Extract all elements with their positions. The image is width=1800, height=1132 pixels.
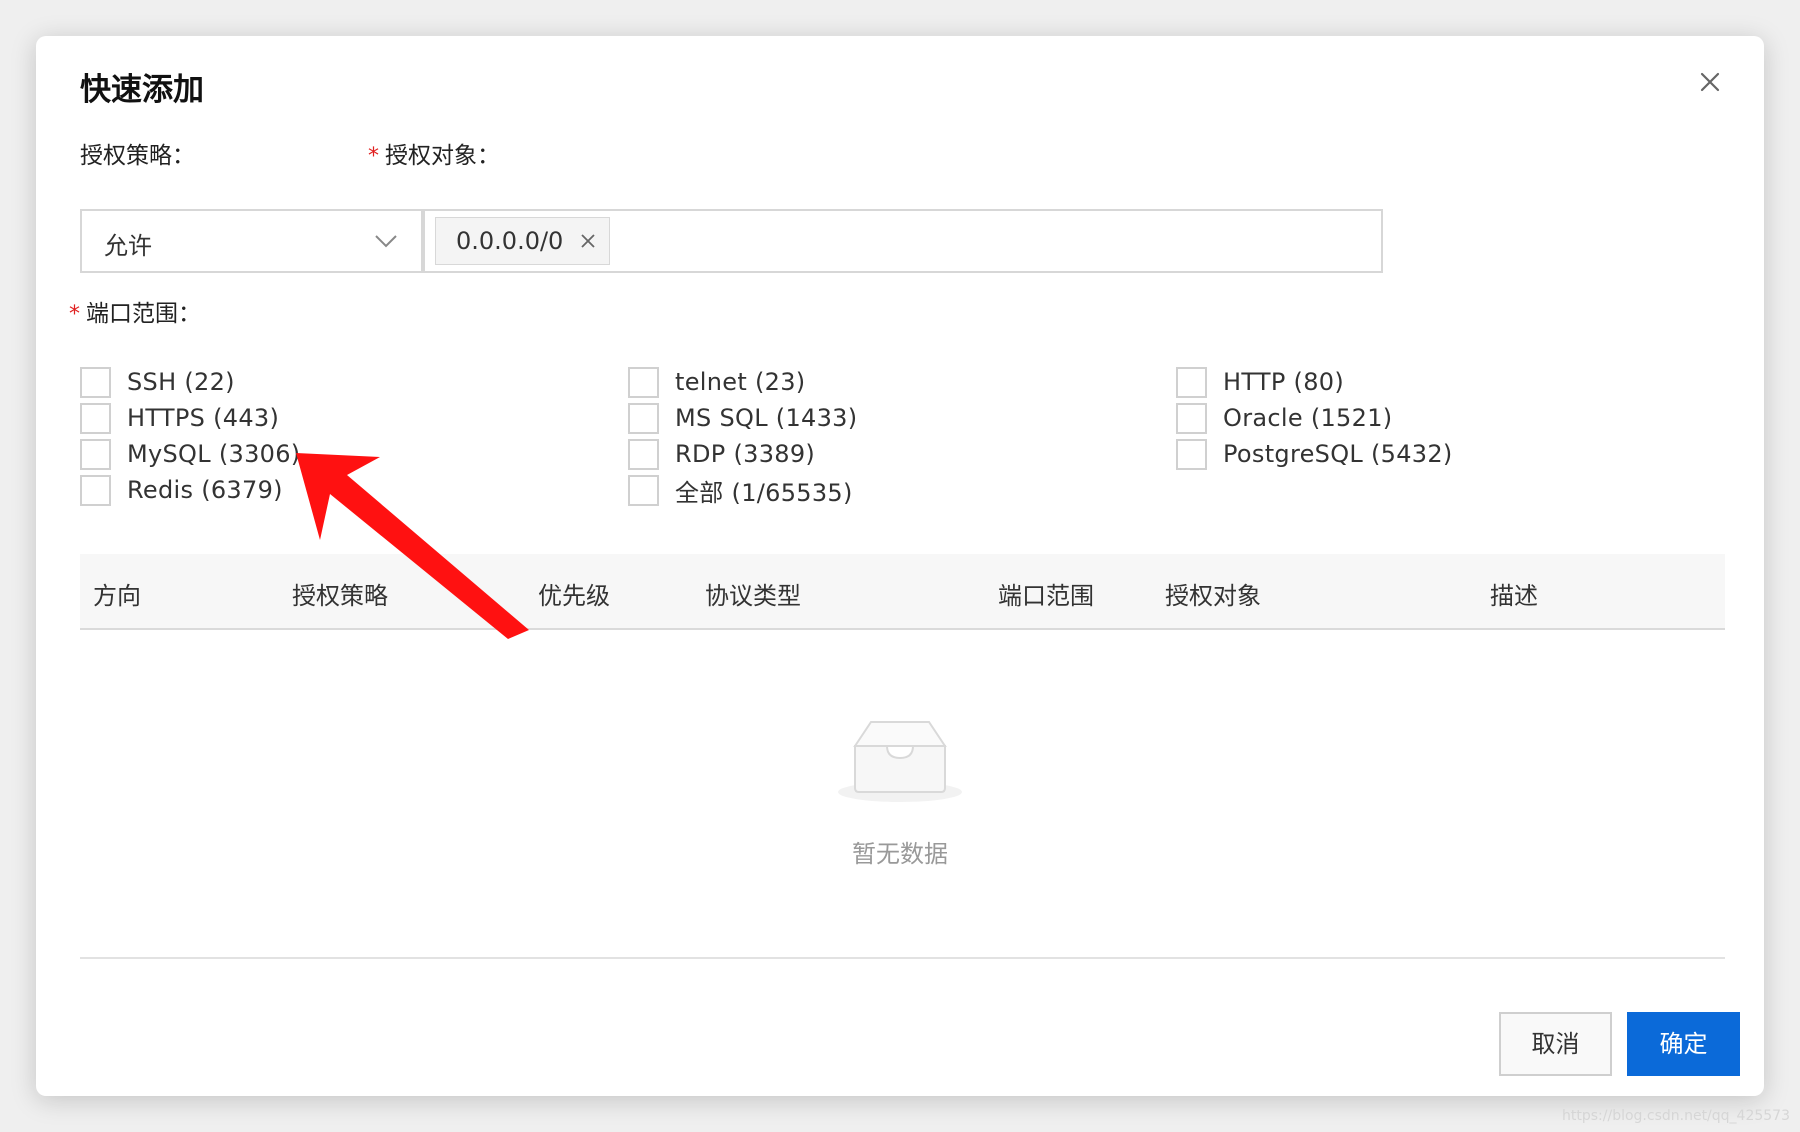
checkbox[interactable] — [1176, 402, 1207, 434]
policy-label: 授权策略： — [80, 143, 195, 169]
ports-label: 端口范围： — [86, 301, 201, 327]
column-header-description: 描述 — [1490, 582, 1538, 610]
close-icon — [1700, 72, 1720, 92]
port-option-redis[interactable]: Redis (6379) — [80, 474, 283, 506]
ports-label-group: * 端口范围： — [69, 294, 201, 328]
target-label: 授权对象： — [385, 143, 500, 169]
column-header-direction: 方向 — [93, 582, 141, 610]
checkbox[interactable] — [628, 366, 659, 398]
checkbox[interactable] — [628, 474, 659, 506]
dialog-title: 快速添加 — [80, 72, 204, 108]
checkbox[interactable] — [80, 402, 111, 434]
checkbox[interactable] — [1176, 438, 1207, 470]
checkbox[interactable] — [628, 402, 659, 434]
required-mark: * — [69, 302, 80, 327]
checkbox[interactable] — [80, 438, 111, 470]
port-option-mssql[interactable]: MS SQL (1433) — [628, 402, 857, 434]
column-header-protocol: 协议类型 — [705, 582, 801, 610]
footer-divider — [80, 957, 1725, 959]
tag-remove-icon[interactable] — [579, 232, 597, 250]
port-option-mysql[interactable]: MySQL (3306) — [80, 438, 300, 470]
chevron-down-icon — [375, 235, 397, 248]
port-option-label: HTTPS (443) — [127, 404, 280, 432]
port-option-postgresql[interactable]: PostgreSQL (5432) — [1176, 438, 1453, 470]
port-option-label: telnet (23) — [675, 368, 806, 396]
column-header-port-range: 端口范围 — [998, 582, 1094, 610]
target-label-group: * 授权对象： — [368, 136, 500, 170]
target-tag-label: 0.0.0.0/0 — [456, 227, 564, 255]
port-option-label: HTTP (80) — [1223, 368, 1345, 396]
empty-inbox-icon — [838, 721, 962, 802]
port-option-rdp[interactable]: RDP (3389) — [628, 438, 815, 470]
checkbox[interactable] — [80, 366, 111, 398]
port-option-oracle[interactable]: Oracle (1521) — [1176, 402, 1392, 434]
column-header-priority: 优先级 — [538, 582, 610, 610]
policy-select[interactable]: 允许 — [80, 209, 423, 273]
port-option-label: MySQL (3306) — [127, 440, 301, 468]
close-button[interactable] — [1692, 64, 1728, 100]
target-tag: 0.0.0.0/0 — [435, 217, 611, 265]
checkbox[interactable] — [80, 474, 111, 506]
column-header-policy: 授权策略 — [292, 582, 388, 610]
watermark: https://blog.csdn.net/qq_425573 — [1562, 1108, 1790, 1124]
quick-add-dialog: 快速添加 授权策略： *授权对象： 允许 0.0.0.0/0 *端口范围： — [36, 36, 1764, 1096]
confirm-button[interactable]: 确定 — [1627, 1012, 1740, 1076]
empty-state: 暂无数据 — [36, 716, 1764, 869]
policy-select-value: 允许 — [104, 232, 152, 260]
checkbox[interactable] — [1176, 366, 1207, 398]
port-option-label: 全部 (1/65535) — [675, 478, 853, 507]
port-option-label: PostgreSQL (5432) — [1223, 440, 1453, 468]
port-option-label: Oracle (1521) — [1223, 404, 1393, 432]
port-option-https[interactable]: HTTPS (443) — [80, 402, 279, 434]
checkbox[interactable] — [628, 438, 659, 470]
cancel-button[interactable]: 取消 — [1499, 1012, 1612, 1076]
column-header-target: 授权对象 — [1165, 582, 1261, 610]
required-mark: * — [368, 144, 379, 169]
port-option-label: SSH (22) — [127, 368, 235, 396]
port-option-telnet[interactable]: telnet (23) — [628, 366, 805, 398]
port-option-label: Redis (6379) — [127, 476, 283, 504]
port-option-label: RDP (3389) — [675, 440, 816, 468]
port-option-all[interactable]: 全部 (1/65535) — [628, 474, 853, 507]
port-option-http[interactable]: HTTP (80) — [1176, 366, 1344, 398]
empty-text: 暂无数据 — [852, 840, 948, 868]
port-option-label: MS SQL (1433) — [675, 404, 858, 432]
port-option-ssh[interactable]: SSH (22) — [80, 366, 235, 398]
rules-table-header: 方向 授权策略 优先级 协议类型 端口范围 授权对象 描述 — [80, 554, 1725, 630]
target-tag-input[interactable]: 0.0.0.0/0 — [423, 209, 1383, 273]
